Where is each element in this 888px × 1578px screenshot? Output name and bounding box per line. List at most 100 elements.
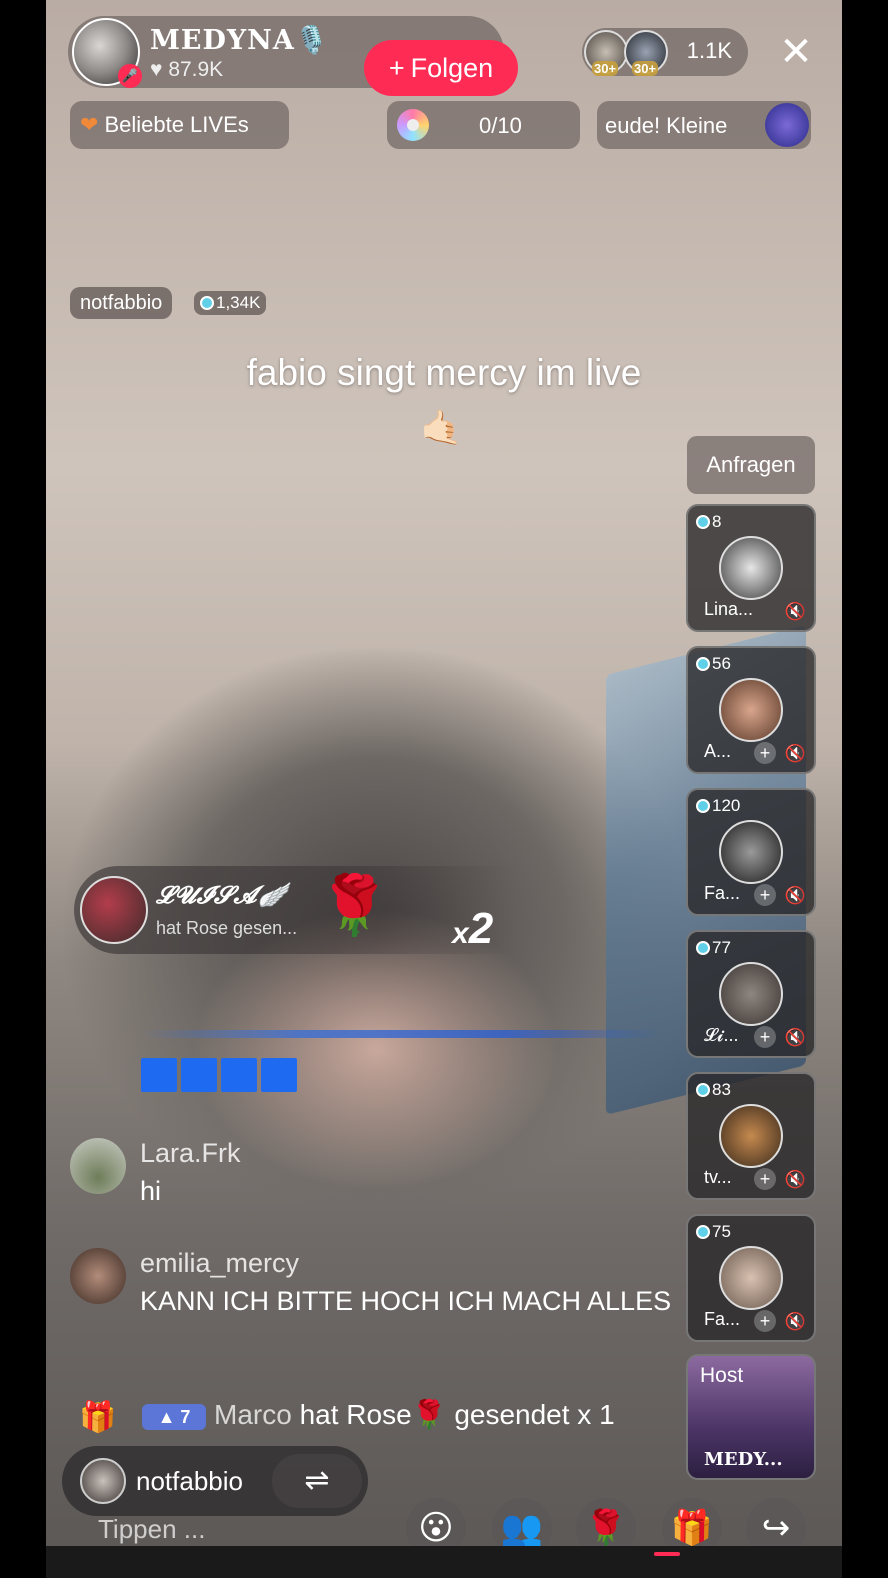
guest-score: 8 [696,512,721,532]
gift-sender-name: 𝓛𝓤𝓘𝓢𝓐🪽 [156,880,289,909]
host-tile-name: MEDY... [704,1449,783,1470]
add-guest-icon[interactable]: + [754,742,776,764]
ticker-text: eude! Kleine [605,113,728,138]
muted-mic-icon[interactable]: 🔇 [785,886,806,906]
gift-message-text: Marco hat Rose🌹 gesendet x 1 [214,1399,615,1430]
guest-name: Fa... [704,1309,741,1329]
guest-tile[interactable]: 75 Fa... + 🔇 [686,1214,816,1342]
gift-sender-avatar[interactable] [80,876,148,944]
host-tile-label: Host [700,1364,744,1387]
muted-mic-icon[interactable]: 🔇 [785,1170,806,1190]
muted-mic-icon[interactable]: 🔇 [785,1312,806,1332]
viewer-badge: 30+ [592,61,619,76]
guest-name: tv... [704,1167,732,1187]
add-guest-icon[interactable]: + [754,1026,776,1048]
host-likes: ♥ 87.9K [150,58,224,81]
co-host-diamond-tag: 1,34K [194,291,267,315]
donut-goal-icon [397,109,429,141]
commenter-avatar[interactable] [70,1138,126,1194]
diamond-icon [200,296,214,310]
guest-avatar[interactable] [719,962,783,1026]
host-tile[interactable]: Host MEDY... [686,1354,816,1480]
guest-score: 56 [696,654,731,674]
live-video-stage: 🎤 MEDYNA🎙️ ♥ 87.9K + Folgen 30+ 30+ 1.1K … [46,0,842,1546]
commenter-name[interactable]: Lara.Frk [140,1138,241,1169]
diamond-icon [696,1225,710,1239]
guest-score: 120 [696,796,740,816]
caption-emoji: 🤙🏻 [420,409,463,447]
diamond-icon [696,941,710,955]
muted-mic-icon[interactable]: 🔇 [785,1028,806,1048]
guest-tile[interactable]: 56 A... + 🔇 [686,646,816,774]
host-name: MEDYNA🎙️ [150,25,330,56]
heart-icon: ♥ [150,58,163,81]
gift-banner: 𝓛𝓤𝓘𝓢𝓐🪽 hat Rose gesen... 🌹 x2 [74,866,514,954]
muted-mic-icon[interactable]: 🔇 [785,744,806,764]
guest-tile[interactable]: 8 Lina... 🔇 [686,504,816,632]
diamond-icon [696,799,710,813]
mic-muted-icon: 🎤 [118,64,142,88]
popular-lives-label: Beliebte LIVEs [104,112,249,137]
video-glitch-bar [141,1030,661,1038]
viewer-count-pill[interactable]: 30+ 30+ 1.1K [582,28,748,76]
add-guest-icon[interactable]: + [754,1310,776,1332]
rose-gift-icon: 🌹 [318,873,391,938]
co-host-name: notfabbio [136,1466,243,1496]
host-info-pill[interactable]: 🎤 MEDYNA🎙️ ♥ 87.9K + Folgen [68,16,518,96]
multi-guest-icon[interactable]: 👥 [492,1498,552,1546]
top-viewer-avatar-1[interactable]: 30+ [584,30,628,76]
comment-input[interactable]: Tippen ... [98,1514,205,1545]
viewer-badge: 30+ [632,61,659,76]
add-guest-icon[interactable]: + [754,884,776,906]
guest-avatar[interactable] [719,536,783,600]
gift-multiplier: x2 [452,904,494,953]
video-glitch-blocks [141,1058,297,1092]
guest-name: Fa... [704,883,741,903]
guest-avatar[interactable] [719,678,783,742]
diamond-icon [696,515,710,529]
guest-score: 83 [696,1080,731,1100]
gift-icon[interactable]: 🎁 [662,1498,722,1546]
guest-score: 75 [696,1222,731,1242]
rose-icon[interactable]: 🌹 [576,1498,636,1546]
gift-box-icon[interactable]: 🎁 [70,1396,126,1440]
live-ticker[interactable]: eude! Kleine [597,101,811,149]
add-guest-icon[interactable]: + [754,1168,776,1190]
guest-avatar[interactable] [719,1246,783,1310]
muted-mic-icon[interactable]: 🔇 [785,602,806,622]
share-icon[interactable]: ↪ [746,1498,806,1546]
guest-tile[interactable]: 83 tv... + 🔇 [686,1072,816,1200]
commenter-name[interactable]: emilia_mercy [140,1248,299,1279]
stream-caption: fabio singt mercy im live [246,352,642,393]
comment-text: hi [140,1176,162,1206]
heart-icon: ❤ [80,112,99,137]
guest-tile[interactable]: 77 𝓛𝓲... + 🔇 [686,930,816,1058]
gift-subtitle: hat Rose gesen... [156,918,298,938]
level-badge: ▲ 7 [142,1404,206,1430]
comment-text: KANN ICH BITTE HOCH ICH MACH ALLES [140,1286,672,1316]
requests-button[interactable]: Anfragen [687,436,815,494]
navigation-strip [46,1546,842,1578]
ticker-avatar [765,103,809,147]
follow-button[interactable]: + Folgen [364,40,518,96]
plus-icon: + [388,52,405,83]
popular-lives-button[interactable]: ❤ Beliebte LIVEs [70,101,289,149]
guest-tile[interactable]: 120 Fa... + 🔇 [686,788,816,916]
guest-name: 𝓛𝓲... [704,1025,739,1045]
diamond-icon [696,1083,710,1097]
guest-name: Lina... [704,599,754,619]
close-icon[interactable]: ✕ [776,32,816,72]
diamond-icon [696,657,710,671]
top-viewer-avatar-2[interactable]: 30+ [624,30,668,76]
guest-avatar[interactable] [719,1104,783,1168]
goal-progress-pill[interactable]: 0/10 [387,101,580,149]
guest-avatar[interactable] [719,820,783,884]
guest-name: A... [704,741,732,761]
co-host-name-tag[interactable]: notfabbio [70,287,173,319]
commenter-avatar[interactable] [70,1248,126,1304]
viewer-count: 1.1K [686,38,732,63]
bottom-bar: Tippen ... 😮 👥 🌹 🎁 ↪ [46,1496,842,1546]
emoji-icon[interactable]: 😮 [406,1498,466,1546]
nav-accent [654,1552,680,1556]
goal-progress: 0/10 [479,113,522,138]
